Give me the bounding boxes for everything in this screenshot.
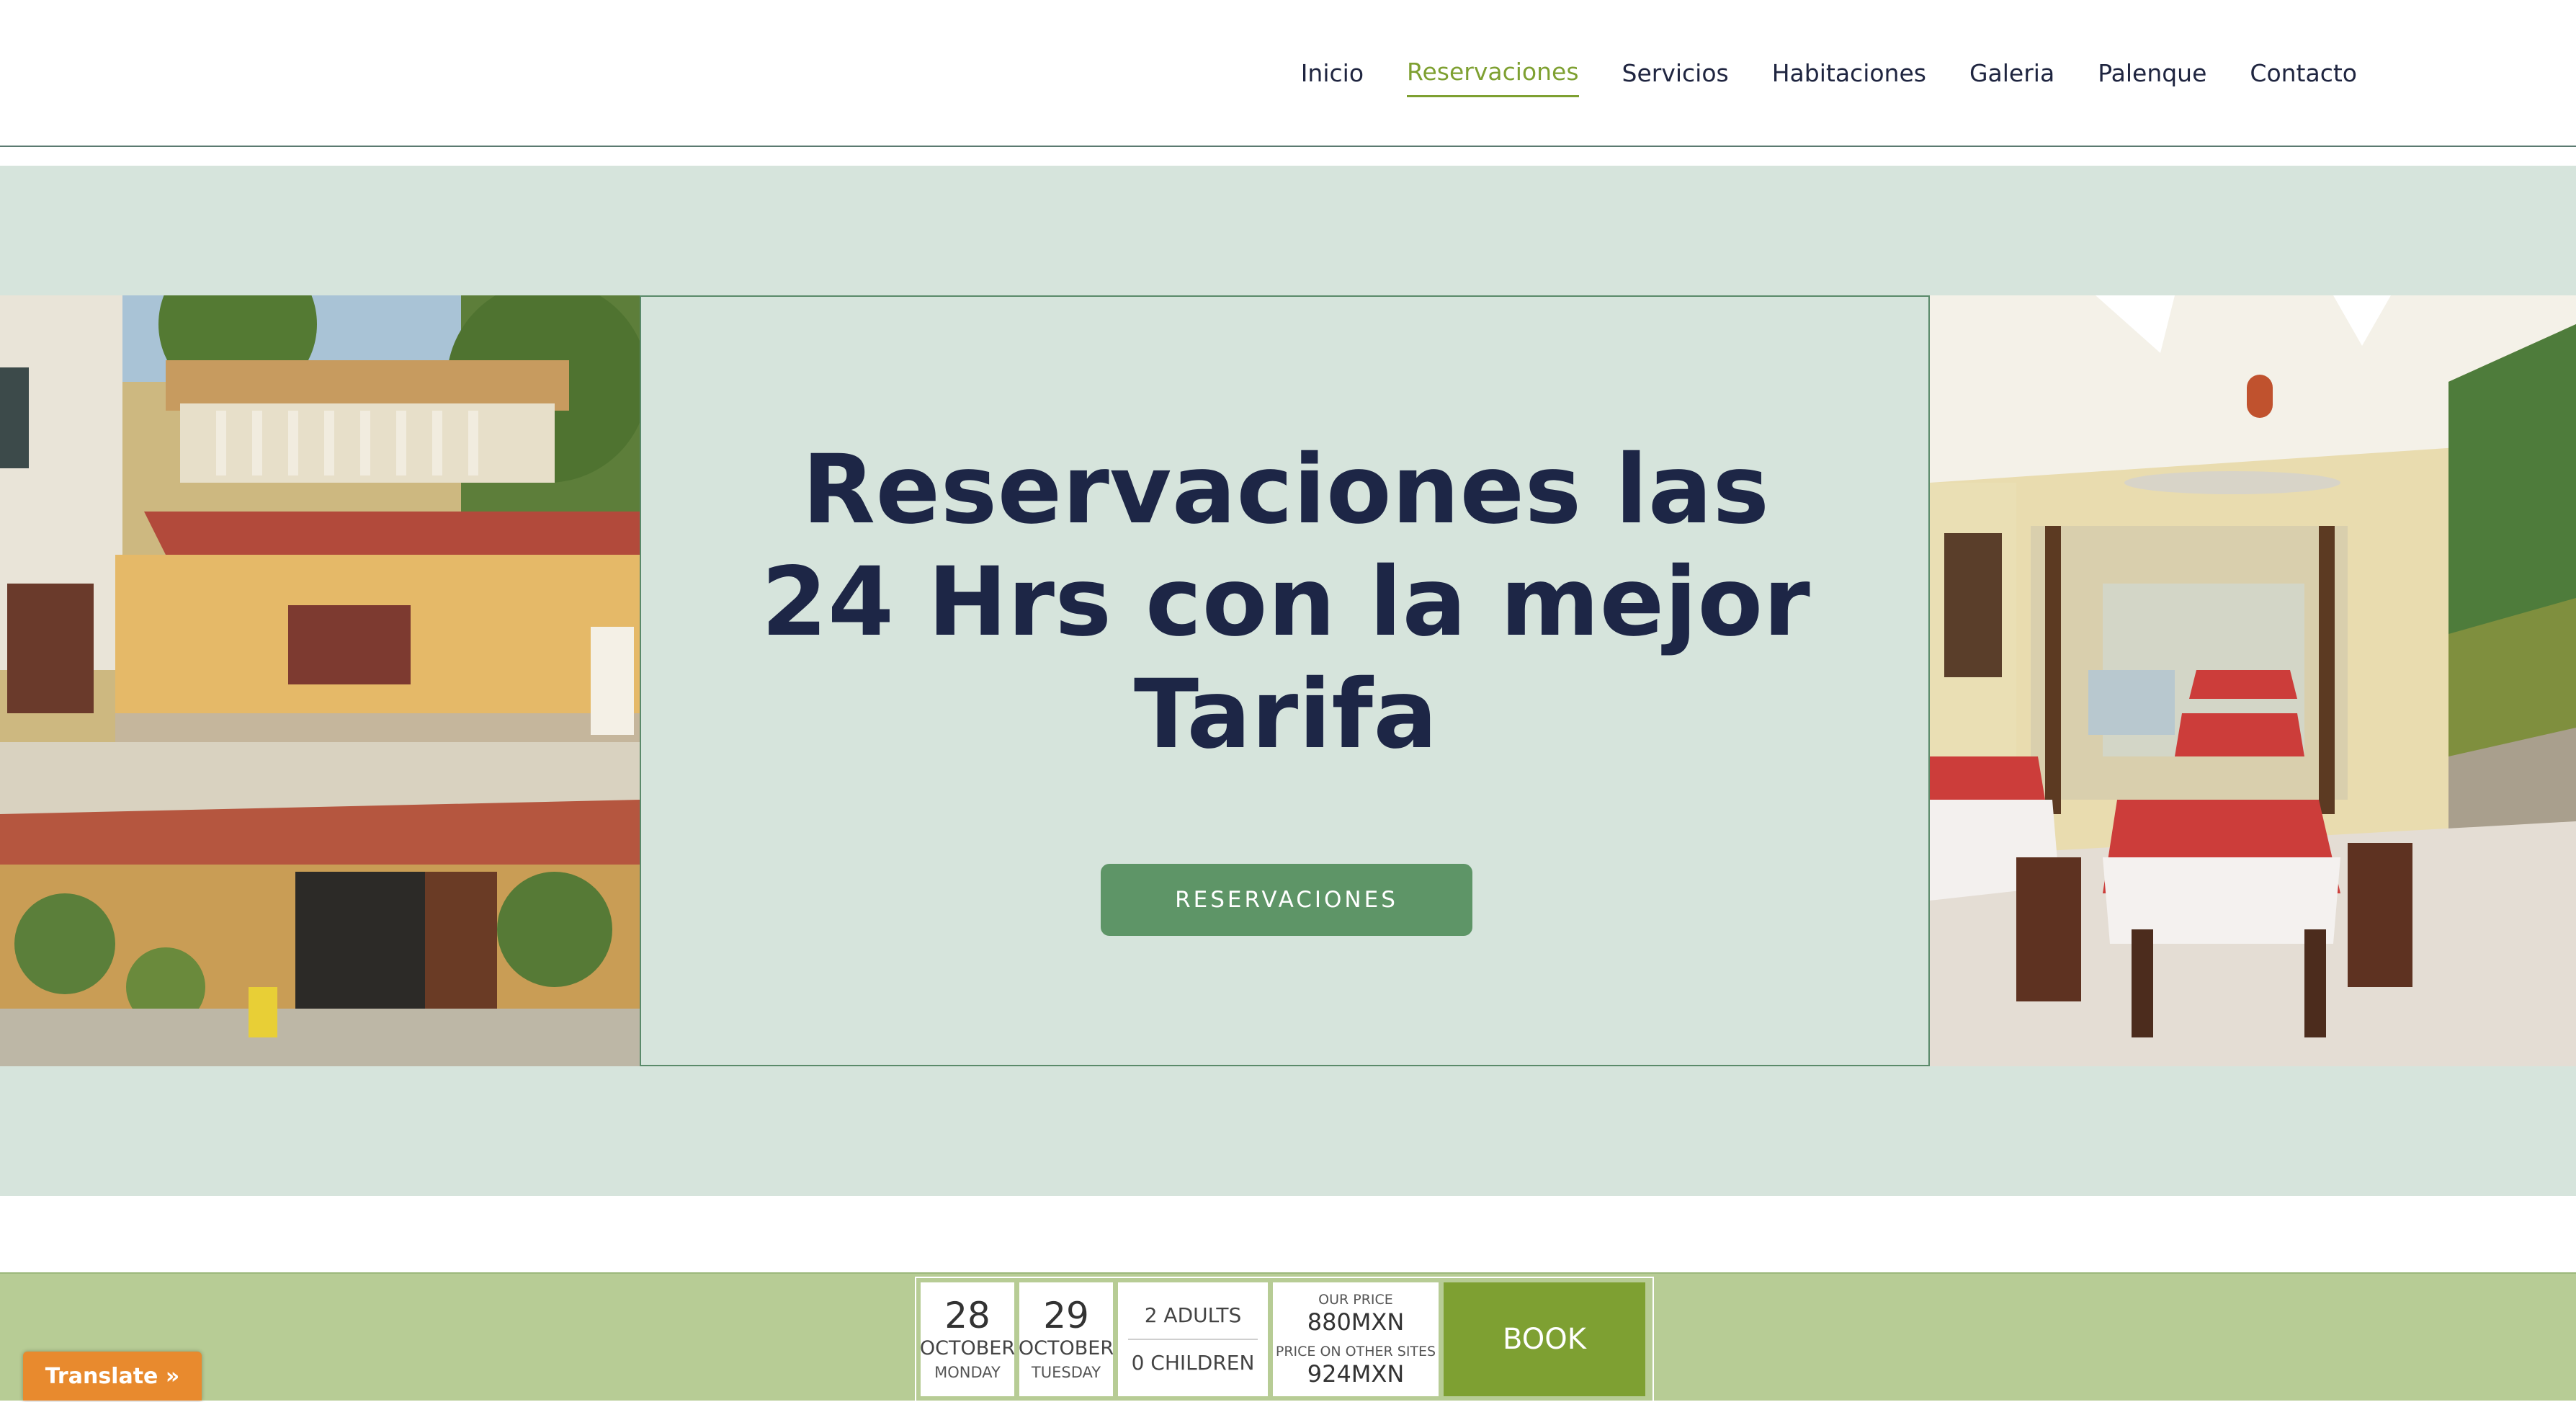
checkout-month: OCTOBER: [1018, 1337, 1114, 1359]
main-nav: Inicio Reservaciones Servicios Habitacio…: [1301, 52, 2357, 97]
nav-item-inicio[interactable]: Inicio: [1301, 53, 1364, 97]
nav-item-galeria[interactable]: Galeria: [1969, 53, 2054, 97]
guests-selector: 2 ADULTS 0 CHILDREN: [1118, 1282, 1268, 1396]
children-select[interactable]: 0 CHILDREN: [1128, 1340, 1258, 1386]
checkout-weekday: TUESDAY: [1031, 1364, 1101, 1381]
nav-item-reservaciones[interactable]: Reservaciones: [1407, 52, 1579, 97]
booking-widget: 28 OCTOBER MONDAY 29 OCTOBER TUESDAY 2 A…: [915, 1277, 1654, 1402]
nav-item-habitaciones[interactable]: Habitaciones: [1772, 53, 1926, 97]
hero-section: Reservaciones las 24 Hrs con la mejor Ta…: [0, 166, 2576, 1196]
hero-card: Reservaciones las 24 Hrs con la mejor Ta…: [640, 295, 1930, 1066]
translate-button[interactable]: Translate »: [23, 1352, 202, 1401]
hotel-facade-image: [0, 295, 640, 1066]
hero-title: Reservaciones las 24 Hrs con la mejor Ta…: [761, 434, 1811, 770]
book-button[interactable]: BOOK: [1444, 1282, 1645, 1396]
restaurant-interior-image: [1930, 295, 2576, 1066]
nav-item-palenque[interactable]: Palenque: [2098, 53, 2206, 97]
checkin-weekday: MONDAY: [934, 1364, 1001, 1381]
checkout-day: 29: [1043, 1295, 1089, 1336]
our-price-value: 880MXN: [1307, 1308, 1405, 1336]
site-header: Inicio Reservaciones Servicios Habitacio…: [0, 0, 2576, 147]
nav-item-servicios[interactable]: Servicios: [1622, 53, 1729, 97]
checkout-date[interactable]: 29 OCTOBER TUESDAY: [1018, 1282, 1114, 1396]
our-price-label: OUR PRICE: [1318, 1292, 1393, 1308]
reservaciones-button[interactable]: RESERVACIONES: [1101, 864, 1472, 936]
other-price-label: PRICE ON OTHER SITES: [1275, 1344, 1436, 1359]
adults-select[interactable]: 2 ADULTS: [1128, 1292, 1258, 1339]
checkin-month: OCTOBER: [919, 1337, 1016, 1359]
checkin-day: 28: [944, 1295, 990, 1336]
nav-item-contacto[interactable]: Contacto: [2250, 53, 2357, 97]
other-price-value: 924MXN: [1307, 1360, 1405, 1388]
checkin-date[interactable]: 28 OCTOBER MONDAY: [919, 1282, 1016, 1396]
price-comparison: OUR PRICE 880MXN PRICE ON OTHER SITES 92…: [1273, 1282, 1439, 1396]
booking-bar: 28 OCTOBER MONDAY 29 OCTOBER TUESDAY 2 A…: [0, 1272, 2576, 1402]
